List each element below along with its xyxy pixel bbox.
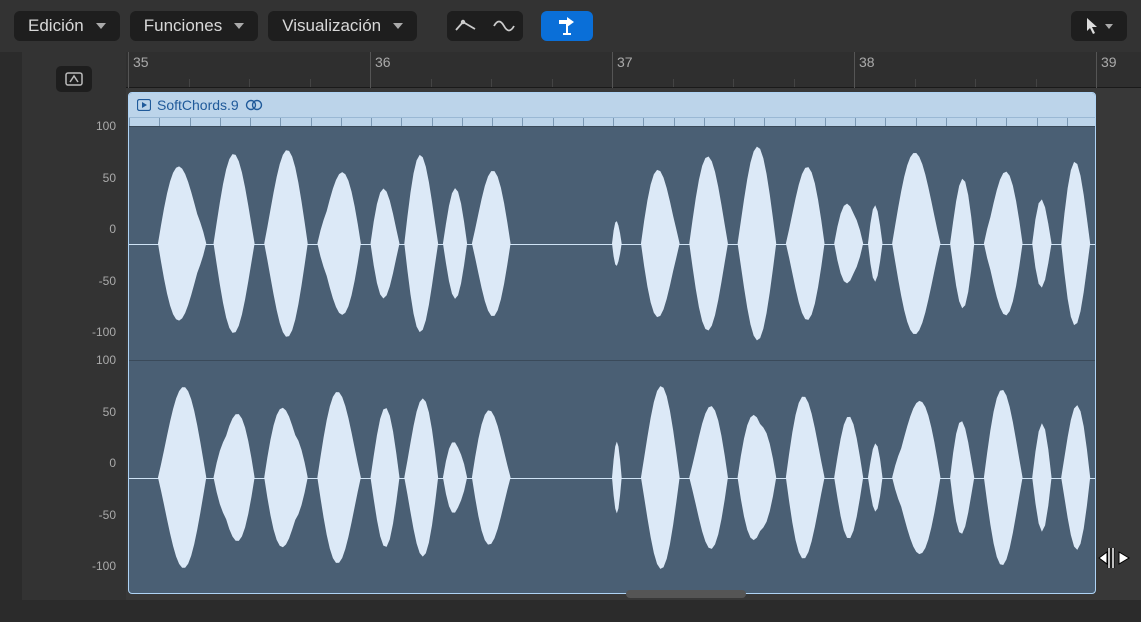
left-gutter — [0, 52, 22, 600]
waveform-left-svg — [129, 127, 1095, 360]
amplitude-scale: 100 50 0 -50 -100 100 50 0 -50 -100 — [22, 106, 126, 600]
chevron-down-icon — [96, 23, 106, 29]
ruler-bar-marker: 39 — [1096, 52, 1117, 88]
region-end-resize-cursor-icon — [1095, 544, 1133, 572]
catch-playhead-button[interactable] — [541, 11, 593, 41]
region-header[interactable]: SoftChords.9 — [129, 93, 1095, 117]
toolbar-mode-group — [447, 11, 523, 41]
amplitude-label: -100 — [92, 325, 116, 339]
waveform-channel-left — [129, 126, 1095, 360]
chevron-down-icon — [1105, 24, 1113, 29]
automation-icon — [455, 19, 477, 33]
view-menu-label: Visualización — [282, 16, 381, 36]
view-menu[interactable]: Visualización — [268, 11, 417, 41]
chevron-down-icon — [234, 23, 244, 29]
edit-menu-label: Edición — [28, 16, 84, 36]
waveform-right-svg — [129, 361, 1095, 594]
stereo-link-icon — [245, 99, 263, 111]
pointer-tool-selector[interactable] — [1071, 11, 1127, 41]
amplitude-label: -100 — [92, 559, 116, 573]
amplitude-label: 50 — [103, 171, 116, 185]
pointer-tool-icon — [1085, 17, 1099, 35]
amplitude-label: -50 — [99, 508, 116, 522]
inspector-toggle[interactable] — [56, 66, 92, 92]
ruler-bar-marker: 38 — [854, 52, 875, 88]
inspector-icon — [65, 72, 83, 86]
flex-icon — [492, 19, 516, 33]
amplitude-label: 100 — [96, 353, 116, 367]
edit-menu[interactable]: Edición — [14, 11, 120, 41]
amplitude-label: 0 — [109, 456, 116, 470]
chevron-down-icon — [393, 23, 403, 29]
ruler-bar-marker: 35 — [128, 52, 149, 88]
editor-main: 100 50 0 -50 -100 100 50 0 -50 -100 35 36 37 38 39 So… — [0, 52, 1141, 600]
amplitude-label: 0 — [109, 222, 116, 236]
audio-region[interactable]: SoftChords.9 — [128, 92, 1096, 594]
catch-playhead-icon — [556, 17, 578, 35]
horizontal-scrollbar[interactable] — [626, 590, 746, 598]
flex-toggle[interactable] — [485, 11, 523, 41]
waveform-area[interactable] — [129, 126, 1095, 594]
amplitude-label: 50 — [103, 405, 116, 419]
automation-toggle[interactable] — [447, 11, 485, 41]
ruler-bar-marker: 36 — [370, 52, 391, 88]
functions-menu-label: Funciones — [144, 16, 222, 36]
amplitude-label: -50 — [99, 274, 116, 288]
ruler-bar-marker: 37 — [612, 52, 633, 88]
waveform-channel-right — [129, 360, 1095, 594]
editor-toolbar: Edición Funciones Visualización — [0, 0, 1141, 52]
waveform-editor[interactable]: 35 36 37 38 39 SoftChords.9 — [126, 52, 1141, 600]
amplitude-label: 100 — [96, 119, 116, 133]
region-name: SoftChords.9 — [157, 97, 239, 113]
bar-ruler[interactable]: 35 36 37 38 39 — [126, 52, 1141, 88]
left-panel: 100 50 0 -50 -100 100 50 0 -50 -100 — [22, 52, 126, 600]
region-sub-ruler — [129, 117, 1095, 126]
functions-menu[interactable]: Funciones — [130, 11, 258, 41]
play-icon — [137, 99, 151, 111]
